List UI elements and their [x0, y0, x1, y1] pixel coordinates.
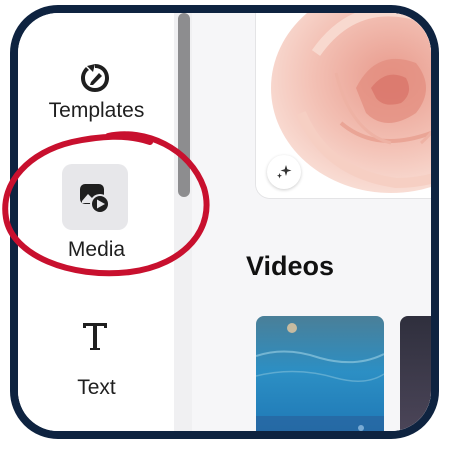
sidebar-item-text[interactable]: Text: [18, 293, 175, 413]
screenshot-canvas: Templates Media Text Videos: [0, 0, 454, 449]
sidebar-item-label: Text: [77, 376, 116, 399]
sparkle-icon[interactable]: [267, 155, 301, 189]
video-thumbnail-dark[interactable]: [400, 316, 431, 431]
sidebar-item-media[interactable]: Media: [18, 153, 175, 283]
media-icon: [62, 164, 128, 230]
sidebar-scroll-thumb[interactable]: [178, 13, 190, 197]
left-sidebar: Templates Media Text: [18, 13, 175, 431]
text-icon: [62, 303, 128, 369]
media-panel: Videos: [192, 13, 431, 431]
sidebar-item-label: Templates: [48, 99, 145, 122]
sidebar-item-templates[interactable]: Templates: [18, 13, 175, 153]
video-thumbnail-underwater[interactable]: [256, 316, 384, 431]
rounded-frame: Templates Media Text Videos: [10, 5, 439, 439]
section-title: Videos: [246, 251, 335, 281]
sidebar-item-label: Media: [67, 238, 126, 261]
